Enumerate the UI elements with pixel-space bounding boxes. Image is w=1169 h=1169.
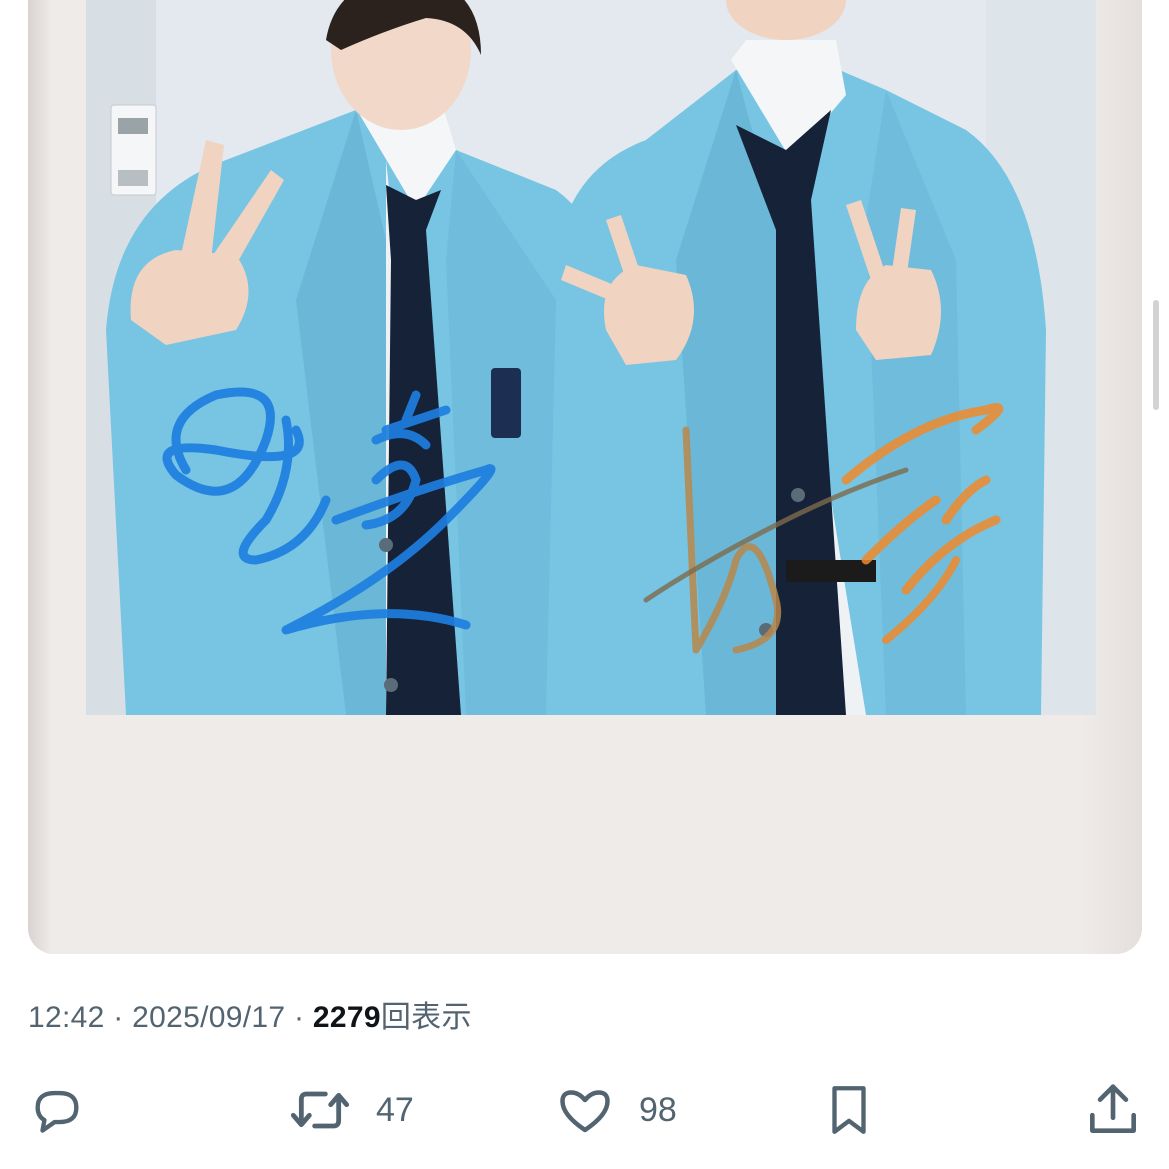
bookmark-button[interactable] — [820, 1070, 878, 1150]
like-button[interactable]: 98 — [555, 1070, 677, 1150]
tweet-date[interactable]: 2025/09/17 — [132, 1001, 285, 1034]
meta-separator: · — [113, 1001, 124, 1034]
views-label: 回表示 — [380, 1001, 472, 1034]
reply-button[interactable] — [28, 1070, 86, 1150]
share-button[interactable] — [1082, 1070, 1144, 1150]
scroll-indicator[interactable] — [1153, 300, 1159, 410]
retweet-icon — [288, 1078, 352, 1142]
tweet-media-card[interactable] — [28, 0, 1142, 954]
views-count[interactable]: 2279 — [313, 1001, 381, 1034]
like-count: 98 — [639, 1090, 677, 1129]
polaroid-photo[interactable] — [86, 0, 1096, 715]
wall-panel — [110, 104, 157, 196]
tweet-time[interactable]: 12:42 — [28, 1001, 105, 1034]
tweet-meta-line: 12:42 · 2025/09/17 · 2279回表示 — [28, 992, 472, 1036]
meta-separator: · — [293, 1001, 305, 1034]
reply-icon — [28, 1081, 86, 1139]
photo-illustration — [86, 0, 1096, 715]
heart-icon — [555, 1080, 615, 1140]
retweet-count: 47 — [376, 1090, 414, 1129]
polaroid-frame-edge — [28, 0, 52, 954]
bookmark-icon — [820, 1078, 878, 1142]
retweet-button[interactable]: 47 — [288, 1070, 414, 1150]
tweet-action-bar: 47 98 — [0, 1070, 1169, 1150]
share-icon — [1082, 1079, 1144, 1141]
